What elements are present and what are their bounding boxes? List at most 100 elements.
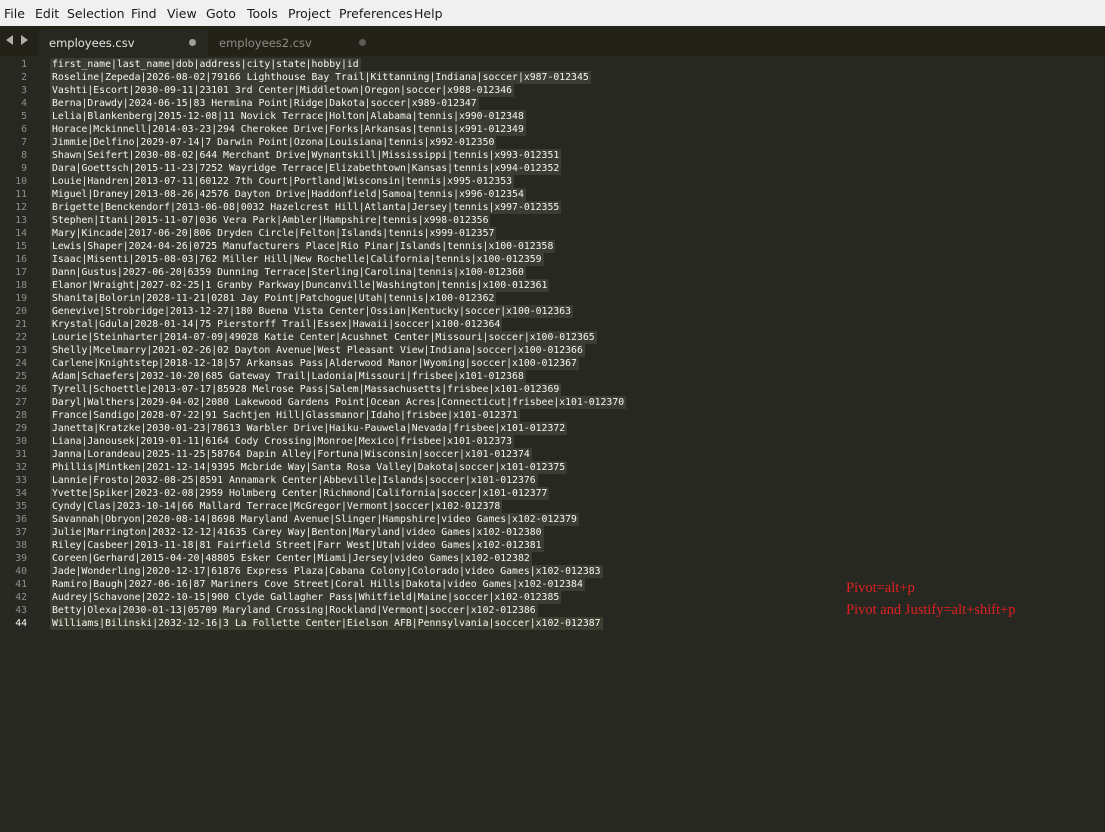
line-text[interactable]: Shanita|Bolorin|2028-11-21|0281 Jay Poin…: [50, 292, 497, 305]
line-text[interactable]: France|Sandigo|2028-07-22|91 Sachtjen Hi…: [50, 409, 520, 422]
code-line[interactable]: 15 Lewis|Shaper|2024-04-26|0725 Manufactu…: [0, 240, 1105, 253]
code-line[interactable]: 11 Miguel|Draney|2013-08-26|42576 Dayton …: [0, 188, 1105, 201]
line-text[interactable]: Shelly|Mcelmarry|2021-02-26|02 Dayton Av…: [50, 344, 585, 357]
line-text[interactable]: Betty|Olexa|2030-01-13|05709 Maryland Cr…: [50, 604, 538, 617]
line-text[interactable]: Brigette|Benckendorf|2013-06-08|0032 Haz…: [50, 201, 562, 214]
line-text[interactable]: first_name|last_name|dob|address|city|st…: [50, 58, 361, 71]
line-text[interactable]: Janna|Lorandeau|2025-11-25|58764 Dapin A…: [50, 448, 532, 461]
line-text[interactable]: Daryl|Walthers|2029-04-02|2080 Lakewood …: [50, 396, 627, 409]
code-line[interactable]: 39 Coreen|Gerhard|2015-04-20|48805 Esker …: [0, 552, 1105, 565]
line-text[interactable]: Tyrell|Schoettle|2013-07-17|85928 Melros…: [50, 383, 562, 396]
line-text[interactable]: Carlene|Knightstep|2018-12-18|57 Arkansa…: [50, 357, 579, 370]
menu-find[interactable]: Find: [131, 6, 157, 21]
line-text[interactable]: Roseline|Zepeda|2026-08-02|79166 Lightho…: [50, 71, 591, 84]
code-line[interactable]: 9 Dara|Goettsch|2015-11-23|7252 Wayridge …: [0, 162, 1105, 175]
code-line[interactable]: 2 Roseline|Zepeda|2026-08-02|79166 Lighth…: [0, 71, 1105, 84]
line-text[interactable]: Savannah|Obryon|2020-08-14|8698 Maryland…: [50, 513, 579, 526]
code-line[interactable]: 21 Krystal|Gdula|2028-01-14|75 Pierstorff…: [0, 318, 1105, 331]
code-line[interactable]: 40 Jade|Wonderling|2020-12-17|61876 Expre…: [0, 565, 1105, 578]
line-text[interactable]: Elanor|Wraight|2027-02-25|1 Granby Parkw…: [50, 279, 550, 292]
line-text[interactable]: Janetta|Kratzke|2030-01-23|78613 Warbler…: [50, 422, 568, 435]
code-line[interactable]: 29 Janetta|Kratzke|2030-01-23|78613 Warbl…: [0, 422, 1105, 435]
line-text[interactable]: Lelia|Blankenberg|2015-12-08|11 Novick T…: [50, 110, 526, 123]
line-text[interactable]: Liana|Janousek|2019-01-11|6164 Cody Cros…: [50, 435, 515, 448]
code-line[interactable]: 36 Savannah|Obryon|2020-08-14|8698 Maryla…: [0, 513, 1105, 526]
line-text[interactable]: Vashti|Escort|2030-09-11|23101 3rd Cente…: [50, 84, 515, 97]
arrow-right-icon[interactable]: [21, 35, 28, 45]
line-text[interactable]: Louie|Handren|2013-07-11|60122 7th Court…: [50, 175, 515, 188]
menu-view[interactable]: View: [167, 6, 197, 21]
unsaved-dot-icon[interactable]: [189, 39, 196, 46]
code-line[interactable]: 6 Horace|Mckinnell|2014-03-23|294 Cheroke…: [0, 123, 1105, 136]
code-line[interactable]: 16 Isaac|Misenti|2015-08-03|762 Miller Hi…: [0, 253, 1105, 266]
menu-project[interactable]: Project: [288, 6, 331, 21]
line-text[interactable]: Dann|Gustus|2027-06-20|6359 Dunning Terr…: [50, 266, 526, 279]
line-text[interactable]: Krystal|Gdula|2028-01-14|75 Pierstorff T…: [50, 318, 503, 331]
code-line[interactable]: 23 Shelly|Mcelmarry|2021-02-26|02 Dayton …: [0, 344, 1105, 357]
code-line[interactable]: 30 Liana|Janousek|2019-01-11|6164 Cody Cr…: [0, 435, 1105, 448]
code-line[interactable]: 18 Elanor|Wraight|2027-02-25|1 Granby Par…: [0, 279, 1105, 292]
code-line[interactable]: 19 Shanita|Bolorin|2028-11-21|0281 Jay Po…: [0, 292, 1105, 305]
line-text[interactable]: Miguel|Draney|2013-08-26|42576 Dayton Dr…: [50, 188, 526, 201]
code-line[interactable]: 13 Stephen|Itani|2015-11-07|036 Vera Park…: [0, 214, 1105, 227]
line-text[interactable]: Coreen|Gerhard|2015-04-20|48805 Esker Ce…: [50, 552, 532, 565]
tab-employees-csv[interactable]: employees.csv: [38, 29, 208, 56]
line-text[interactable]: Shawn|Seifert|2030-08-02|644 Merchant Dr…: [50, 149, 562, 162]
line-text[interactable]: Genevive|Strobridge|2013-12-27|180 Buena…: [50, 305, 574, 318]
line-text[interactable]: Jade|Wonderling|2020-12-17|61876 Express…: [50, 565, 603, 578]
line-text[interactable]: Williams|Bilinski|2032-12-16|3 La Follet…: [50, 617, 603, 630]
menu-goto[interactable]: Goto: [206, 6, 236, 21]
code-line[interactable]: 5 Lelia|Blankenberg|2015-12-08|11 Novick …: [0, 110, 1105, 123]
line-text[interactable]: Lourie|Steinharter|2014-07-09|49028 Kati…: [50, 331, 597, 344]
menu-help[interactable]: Help: [414, 6, 443, 21]
line-text[interactable]: Isaac|Misenti|2015-08-03|762 Miller Hill…: [50, 253, 544, 266]
code-line[interactable]: 3 Vashti|Escort|2030-09-11|23101 3rd Cent…: [0, 84, 1105, 97]
line-text[interactable]: Audrey|Schavone|2022-10-15|900 Clyde Gal…: [50, 591, 562, 604]
menu-tools[interactable]: Tools: [247, 6, 278, 21]
unsaved-dot-icon[interactable]: [359, 39, 366, 46]
code-line[interactable]: 37 Julie|Marrington|2032-12-12|41635 Care…: [0, 526, 1105, 539]
code-line[interactable]: 7 Jimmie|Delfino|2029-07-14|7 Darwin Poin…: [0, 136, 1105, 149]
code-line[interactable]: 22 Lourie|Steinharter|2014-07-09|49028 Ka…: [0, 331, 1105, 344]
editor-area[interactable]: 1 first_name|last_name|dob|address|city|s…: [0, 56, 1105, 832]
code-line[interactable]: 8 Shawn|Seifert|2030-08-02|644 Merchant D…: [0, 149, 1105, 162]
arrow-left-icon[interactable]: [6, 35, 13, 45]
line-text[interactable]: Lannie|Frosto|2032-08-25|8591 Annamark C…: [50, 474, 538, 487]
menu-preferences[interactable]: Preferences: [339, 6, 413, 21]
code-line[interactable]: 20 Genevive|Strobridge|2013-12-27|180 Bue…: [0, 305, 1105, 318]
line-text[interactable]: Yvette|Spiker|2023-02-08|2959 Holmberg C…: [50, 487, 550, 500]
line-text[interactable]: Phillis|Mintken|2021-12-14|9395 Mcbride …: [50, 461, 568, 474]
code-line[interactable]: 4 Berna|Drawdy|2024-06-15|83 Hermina Poin…: [0, 97, 1105, 110]
code-line[interactable]: 14 Mary|Kincade|2017-06-20|806 Dryden Cir…: [0, 227, 1105, 240]
tab-employees2-csv[interactable]: employees2.csv: [208, 29, 378, 56]
line-text[interactable]: Dara|Goettsch|2015-11-23|7252 Wayridge T…: [50, 162, 562, 175]
code-line[interactable]: 38 Riley|Casbeer|2013-11-18|81 Fairfield …: [0, 539, 1105, 552]
code-line[interactable]: 32 Phillis|Mintken|2021-12-14|9395 Mcbrid…: [0, 461, 1105, 474]
line-text[interactable]: Berna|Drawdy|2024-06-15|83 Hermina Point…: [50, 97, 479, 110]
code-line[interactable]: 24 Carlene|Knightstep|2018-12-18|57 Arkan…: [0, 357, 1105, 370]
code-line[interactable]: 33 Lannie|Frosto|2032-08-25|8591 Annamark…: [0, 474, 1105, 487]
code-line[interactable]: 10 Louie|Handren|2013-07-11|60122 7th Cou…: [0, 175, 1105, 188]
line-text[interactable]: Lewis|Shaper|2024-04-26|0725 Manufacture…: [50, 240, 556, 253]
menu-file[interactable]: File: [4, 6, 25, 21]
code-line[interactable]: 17 Dann|Gustus|2027-06-20|6359 Dunning Te…: [0, 266, 1105, 279]
code-line[interactable]: 1 first_name|last_name|dob|address|city|s…: [0, 58, 1105, 71]
line-text[interactable]: Riley|Casbeer|2013-11-18|81 Fairfield St…: [50, 539, 544, 552]
code-line[interactable]: 41 Ramiro|Baugh|2027-06-16|87 Mariners Co…: [0, 578, 1105, 591]
code-line[interactable]: 12 Brigette|Benckendorf|2013-06-08|0032 H…: [0, 201, 1105, 214]
line-text[interactable]: Ramiro|Baugh|2027-06-16|87 Mariners Cove…: [50, 578, 585, 591]
code-line[interactable]: 28 France|Sandigo|2028-07-22|91 Sachtjen …: [0, 409, 1105, 422]
line-text[interactable]: Adam|Schaefers|2032-10-20|685 Gateway Tr…: [50, 370, 526, 383]
line-text[interactable]: Cyndy|Clas|2023-10-14|66 Mallard Terrace…: [50, 500, 503, 513]
code-line[interactable]: 26 Tyrell|Schoettle|2013-07-17|85928 Melr…: [0, 383, 1105, 396]
code-line[interactable]: 35 Cyndy|Clas|2023-10-14|66 Mallard Terra…: [0, 500, 1105, 513]
line-text[interactable]: Mary|Kincade|2017-06-20|806 Dryden Circl…: [50, 227, 497, 240]
code-line[interactable]: 31 Janna|Lorandeau|2025-11-25|58764 Dapin…: [0, 448, 1105, 461]
menu-edit[interactable]: Edit: [35, 6, 59, 21]
code-line[interactable]: 25 Adam|Schaefers|2032-10-20|685 Gateway …: [0, 370, 1105, 383]
line-text[interactable]: Stephen|Itani|2015-11-07|036 Vera Park|A…: [50, 214, 491, 227]
line-text[interactable]: Jimmie|Delfino|2029-07-14|7 Darwin Point…: [50, 136, 497, 149]
line-text[interactable]: Horace|Mckinnell|2014-03-23|294 Cherokee…: [50, 123, 526, 136]
code-line[interactable]: 27 Daryl|Walthers|2029-04-02|2080 Lakewoo…: [0, 396, 1105, 409]
code-line[interactable]: 34 Yvette|Spiker|2023-02-08|2959 Holmberg…: [0, 487, 1105, 500]
